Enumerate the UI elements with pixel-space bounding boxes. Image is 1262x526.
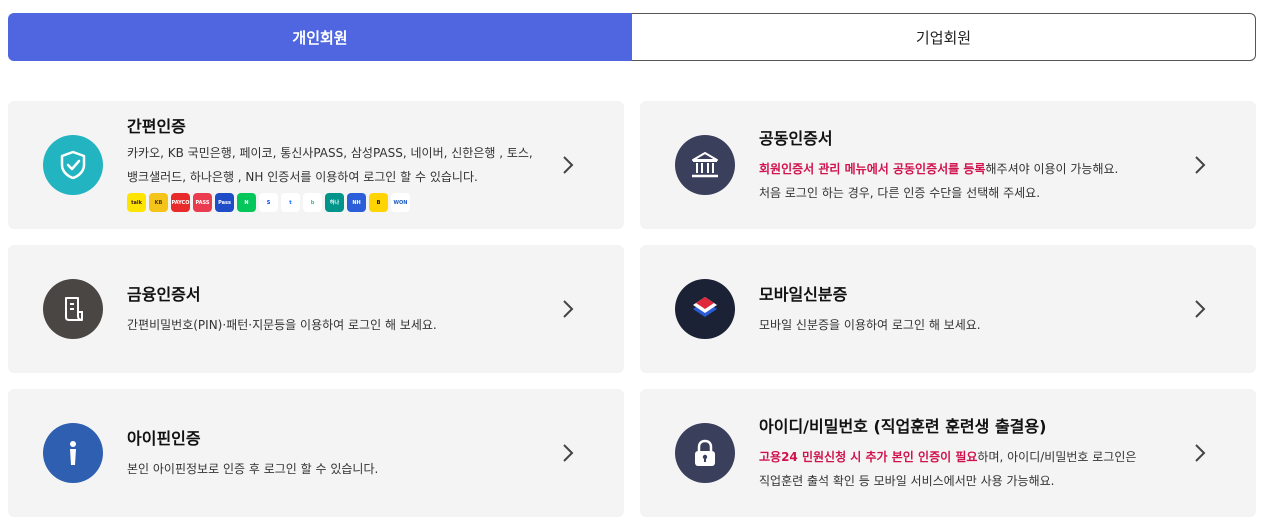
nh-icon: NH: [347, 193, 366, 212]
card-title: 간편인증: [127, 117, 186, 136]
card-desc-line1: 고용24 민원신청 시 추가 본인 인증이 필요하며, 아이디/비밀번호 로그인…: [759, 445, 1186, 469]
card-title: 금융인증서: [127, 285, 201, 304]
mobile-id-icon: [675, 279, 735, 339]
pass-icon: PASS: [193, 193, 212, 212]
banksalad-icon: b: [303, 193, 322, 212]
naver-icon: N: [237, 193, 256, 212]
toss-icon: t: [281, 193, 300, 212]
woori-icon: WON: [391, 193, 410, 212]
shield-check-icon: [43, 135, 103, 195]
chevron-right-icon: [563, 444, 574, 462]
tab-personal[interactable]: 개인회원: [8, 13, 632, 61]
bank-icon: [675, 135, 735, 195]
card-desc-line1: 회원인증서 관리 메뉴에서 공동인증서를 등록해주셔야 이용이 가능해요.: [759, 157, 1186, 181]
desc-text: 하며, 아이디/비밀번호 로그인은: [977, 450, 1137, 464]
card-desc: 모바일 신분증을 이용하여 로그인 해 보세요.: [759, 318, 981, 332]
b-icon: B: [369, 193, 388, 212]
card-title: 공동인증서: [759, 129, 833, 148]
chevron-right-icon: [563, 300, 574, 318]
card-title: 아이핀인증: [127, 429, 201, 448]
document-icon: [43, 279, 103, 339]
highlight-text: 회원인증서 관리 메뉴에서 공동인증서를 등록: [759, 162, 986, 176]
card-title: 아이디/비밀번호 (직업훈련 훈련생 출결용): [759, 417, 1047, 436]
mobile-id-card[interactable]: 모바일신분증 모바일 신분증을 이용하여 로그인 해 보세요.: [640, 245, 1256, 373]
joint-cert-card[interactable]: 공동인증서 회원인증서 관리 메뉴에서 공동인증서를 등록해주셔야 이용이 가능…: [640, 101, 1256, 229]
member-type-tabs: 개인회원 기업회원: [8, 13, 1256, 61]
chevron-right-icon: [1195, 300, 1206, 318]
chevron-right-icon: [563, 156, 574, 174]
card-desc: 본인 아이핀정보로 인증 후 로그인 할 수 있습니다.: [127, 462, 379, 476]
card-desc-line2: 직업훈련 출석 확인 등 모바일 서비스에서만 사용 가능해요.: [759, 474, 1055, 488]
id-password-card[interactable]: 아이디/비밀번호 (직업훈련 훈련생 출결용) 고용24 민원신청 시 추가 본…: [640, 389, 1256, 517]
chevron-right-icon: [1195, 444, 1206, 462]
highlight-text: 고용24 민원신청 시 추가 본인 인증이 필요: [759, 450, 978, 464]
card-title: 모바일신분증: [759, 285, 848, 304]
card-desc-line2: 뱅크샐러드, 하나은행 , NH 인증서를 이용하여 로그인 할 수 있습니다.: [127, 170, 478, 184]
samsung-pass-icon: Pass: [215, 193, 234, 212]
lock-icon: [675, 423, 735, 483]
brand-icon-row: talk KB PAYCO PASS Pass N St b 하나 NH B WON: [127, 193, 554, 212]
kb-icon: KB: [149, 193, 168, 212]
card-desc: 간편비밀번호(PIN)·패턴·지문등을 이용하여 로그인 해 보세요.: [127, 318, 437, 332]
ipin-card[interactable]: 아이핀인증 본인 아이핀정보로 인증 후 로그인 할 수 있습니다.: [8, 389, 624, 517]
shinhan-icon: S: [259, 193, 278, 212]
kakao-icon: talk: [127, 193, 146, 212]
payco-icon: PAYCO: [171, 193, 190, 212]
info-icon: [43, 423, 103, 483]
chevron-right-icon: [1195, 156, 1206, 174]
desc-text: 해주셔야 이용이 가능해요.: [985, 162, 1119, 176]
card-desc-line1: 카카오, KB 국민은행, 페이코, 통신사PASS, 삼성PASS, 네이버,…: [127, 146, 533, 160]
card-desc-line2: 처음 로그인 하는 경우, 다른 인증 수단을 선택해 주세요.: [759, 186, 1041, 200]
finance-cert-card[interactable]: 금융인증서 간편비밀번호(PIN)·패턴·지문등을 이용하여 로그인 해 보세요…: [8, 245, 624, 373]
tab-business[interactable]: 기업회원: [632, 13, 1256, 61]
hana-icon: 하나: [325, 193, 344, 212]
simple-auth-card[interactable]: 간편인증 카카오, KB 국민은행, 페이코, 통신사PASS, 삼성PASS,…: [8, 101, 624, 229]
